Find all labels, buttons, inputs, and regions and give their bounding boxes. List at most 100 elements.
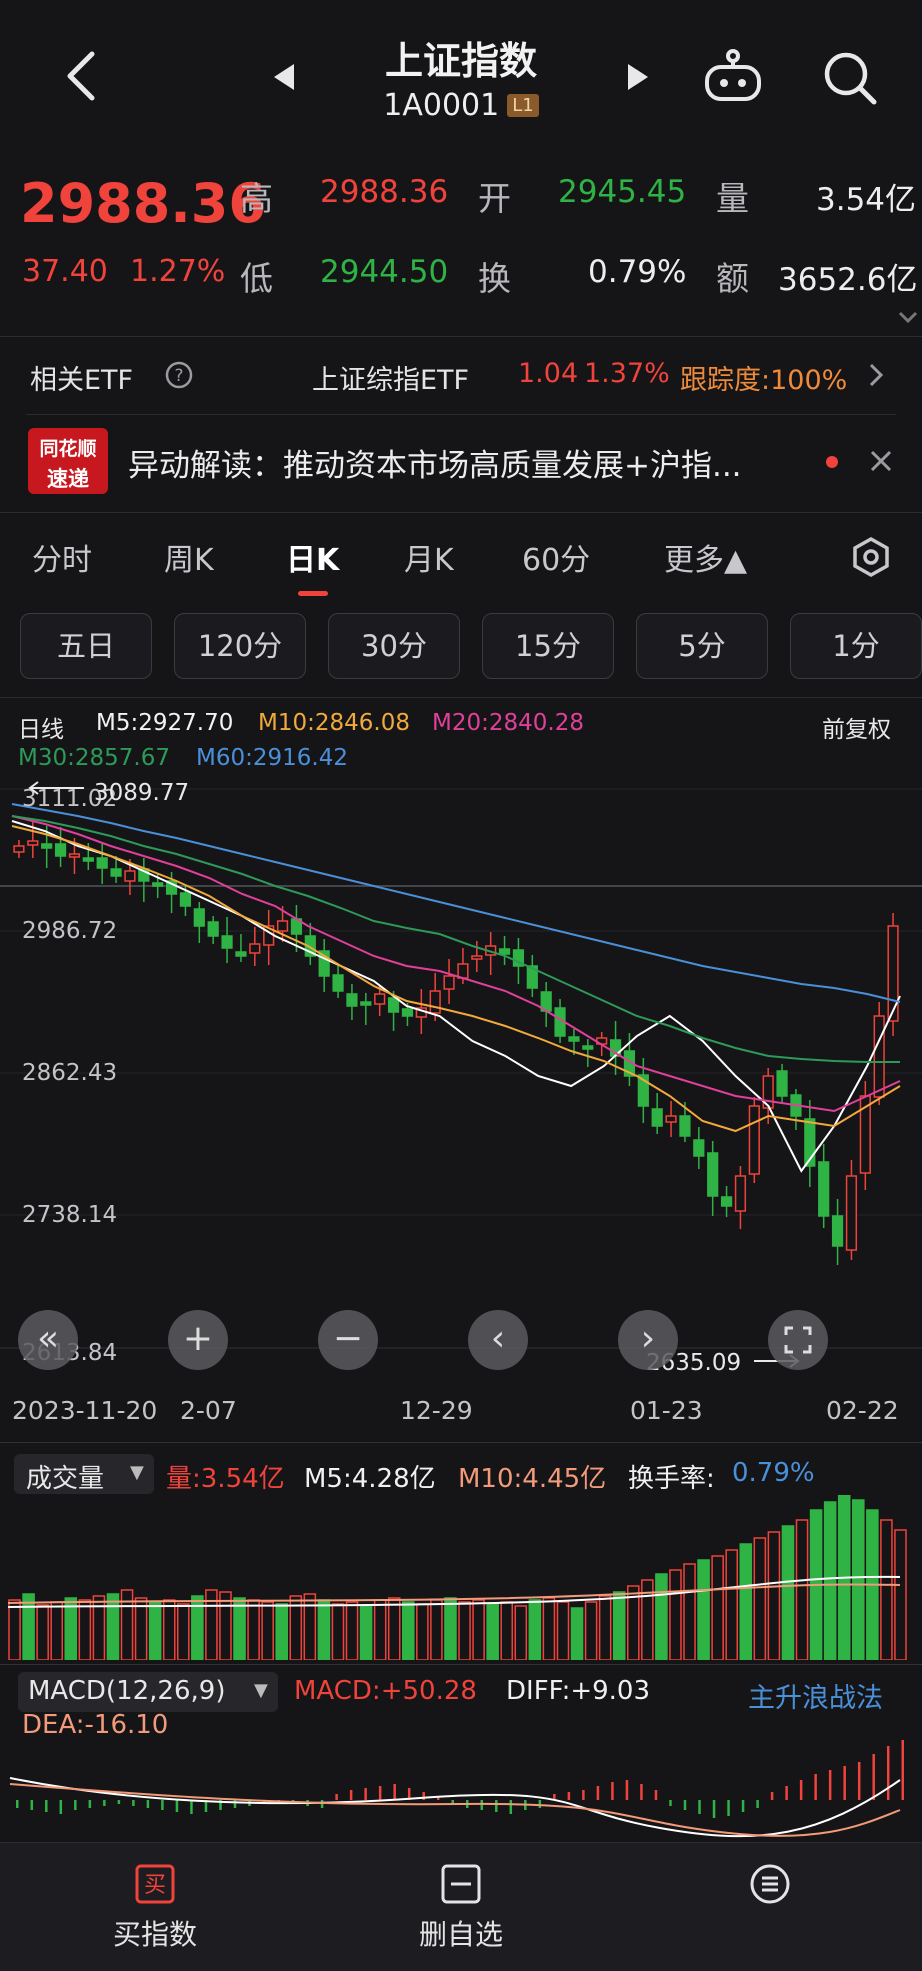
volume-bar xyxy=(584,1601,598,1660)
ma10-value: M10:2846.08 xyxy=(258,710,410,736)
tab-weekly[interactable]: 周K xyxy=(164,535,214,579)
candle xyxy=(471,955,483,960)
tab-monthly[interactable]: 月K xyxy=(404,535,454,579)
svg-text:?: ? xyxy=(174,366,183,386)
zoom-back-button[interactable]: « xyxy=(18,1310,78,1370)
volume-bar xyxy=(880,1519,893,1660)
volume-chart[interactable] xyxy=(0,1495,922,1660)
open-label: 开 xyxy=(478,179,511,218)
volume-bar xyxy=(781,1525,795,1660)
volume-bar xyxy=(331,1603,345,1660)
tab-60min[interactable]: 60分 xyxy=(522,535,590,579)
period-15min-button[interactable]: 15分 xyxy=(482,613,614,679)
candle xyxy=(54,843,67,857)
period-30min-button[interactable]: 30分 xyxy=(328,613,460,679)
buy-index-button[interactable]: 买 买指数 xyxy=(100,1863,210,1953)
volume-bar xyxy=(162,1599,176,1660)
scroll-left-button[interactable]: ‹ xyxy=(468,1310,528,1370)
buy-icon-char: 买 xyxy=(144,1873,166,1898)
page-title: 上证指数 xyxy=(384,39,537,83)
price-change: 37.40 xyxy=(22,254,108,289)
volume-bar xyxy=(500,1601,513,1660)
volume-bar xyxy=(78,1599,92,1660)
candle xyxy=(360,1001,372,1006)
period-1min-button[interactable]: 1分 xyxy=(790,613,922,679)
volume-bar xyxy=(444,1597,457,1660)
high-value: 2988.36 xyxy=(320,174,449,210)
close-icon[interactable] xyxy=(868,448,894,474)
fullscreen-button[interactable] xyxy=(768,1310,828,1370)
candle xyxy=(498,948,511,955)
candle xyxy=(124,870,136,882)
volume-bar xyxy=(767,1531,781,1660)
tab-daily[interactable]: 日K xyxy=(286,535,339,579)
volume-bar xyxy=(275,1603,288,1660)
chevron-right-icon[interactable] xyxy=(868,362,884,388)
adjust-mode[interactable]: 前复权 xyxy=(822,710,891,744)
volume-title: 成交量 xyxy=(26,1464,105,1494)
diff-line xyxy=(9,1777,901,1838)
macd-chart[interactable] xyxy=(0,1740,922,1842)
candle xyxy=(179,892,192,907)
volume-bar xyxy=(458,1601,471,1660)
volume-bar xyxy=(542,1597,556,1660)
volume-bar xyxy=(683,1563,696,1660)
stock-code-row: 1A0001 L1 xyxy=(0,88,922,123)
last-price: 2988.36 xyxy=(20,172,266,235)
macd-title: MACD(12,26,9) xyxy=(28,1676,226,1706)
volume-bar xyxy=(711,1555,724,1660)
candle xyxy=(96,857,108,869)
tab-more[interactable]: 更多▲ xyxy=(664,535,747,579)
macd-strategy-link[interactable]: 主升浪战法 xyxy=(748,1676,883,1715)
candle xyxy=(152,882,164,887)
candle xyxy=(27,840,39,846)
candlestick-chart[interactable] xyxy=(0,776,922,1380)
volume-bar xyxy=(598,1595,612,1660)
candle xyxy=(346,993,358,1007)
volume-m5: M5:4.28亿 xyxy=(304,1464,436,1494)
x-label-3: 12-29 xyxy=(400,1396,473,1425)
menu-button[interactable] xyxy=(740,1863,800,1913)
news-logo: 同花顺 速递 xyxy=(28,428,108,494)
tab-intraday[interactable]: 分时 xyxy=(32,535,92,579)
help-icon[interactable]: ? xyxy=(164,360,194,390)
volume-indicator-select[interactable]: 成交量 ▼ xyxy=(14,1454,154,1494)
period-label: 日线 xyxy=(18,717,64,743)
remove-watchlist-icon xyxy=(441,1864,481,1904)
low-label: 低 xyxy=(240,259,273,298)
candle xyxy=(582,1045,594,1050)
volume-bar xyxy=(233,1597,246,1660)
ma5-value: M5:2927.70 xyxy=(96,710,234,736)
period-5min-button[interactable]: 5分 xyxy=(636,613,768,679)
turnover-label: 换 xyxy=(478,259,511,298)
high-label: 高 xyxy=(240,179,273,218)
search-icon[interactable] xyxy=(822,50,878,106)
volume-bar xyxy=(472,1599,485,1660)
robot-assistant-icon[interactable] xyxy=(702,48,764,104)
candle xyxy=(110,868,122,877)
buy-index-label: 买指数 xyxy=(112,1918,197,1951)
remove-watchlist-label: 删自选 xyxy=(418,1918,503,1951)
scroll-right-button[interactable]: › xyxy=(618,1310,678,1370)
news-dot-icon xyxy=(826,456,838,468)
zoom-out-button[interactable]: − xyxy=(318,1310,378,1370)
zoom-in-button[interactable]: + xyxy=(168,1310,228,1370)
macd-indicator-select[interactable]: MACD(12,26,9) ▼ xyxy=(18,1672,278,1712)
candle xyxy=(734,1175,747,1212)
candle xyxy=(374,993,386,1005)
remove-watchlist-button[interactable]: 删自选 xyxy=(406,1863,516,1953)
volume-bar xyxy=(852,1499,865,1660)
volume-bar xyxy=(50,1601,63,1660)
candle xyxy=(332,974,344,992)
news-text: 异动解读：推动资本市场高质量发展+沪指... xyxy=(128,448,742,484)
volume-bar xyxy=(387,1597,401,1660)
volume-bar xyxy=(148,1601,162,1660)
settings-hexagon-icon[interactable] xyxy=(850,536,892,578)
bottom-action-bar: 买 买指数 删自选 xyxy=(0,1842,922,1971)
period-5day-button[interactable]: 五日 xyxy=(20,613,152,679)
y-label-4: 2738.14 xyxy=(22,1202,118,1228)
expand-chevron-icon[interactable] xyxy=(898,310,918,324)
period-120min-button[interactable]: 120分 xyxy=(174,613,306,679)
next-stock-icon[interactable] xyxy=(626,62,650,92)
ma30-line xyxy=(11,815,900,1063)
